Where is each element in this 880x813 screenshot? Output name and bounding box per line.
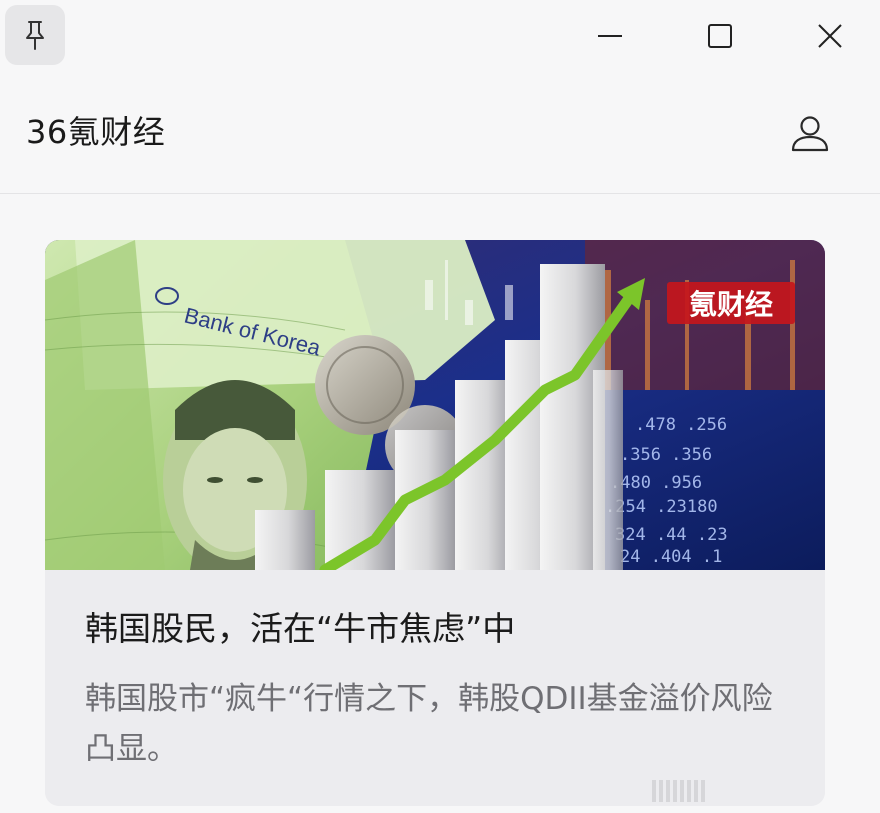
- card-body: 韩国股民，活在“牛市焦虑”中 韩国股市“疯牛“行情之下，韩股QDII基金溢价风险…: [45, 570, 825, 806]
- app-window: 36氪财经 .478 .256 .356 .356 .480 .956 .254…: [0, 0, 880, 813]
- news-summary: 韩国股市“疯牛“行情之下，韩股QDII基金溢价风险凸显。: [85, 681, 773, 767]
- svg-text:.478 .256: .478 .256: [635, 415, 727, 435]
- image-badge: 氪财经: [689, 288, 773, 321]
- news-image: .478 .256 .356 .356 .480 .956 .254 .2318…: [45, 240, 825, 570]
- user-icon: [791, 116, 829, 152]
- maximize-button[interactable]: [690, 6, 750, 66]
- pin-icon: [26, 21, 44, 50]
- minimize-icon: [598, 35, 622, 37]
- close-button[interactable]: [800, 6, 860, 66]
- title-bar: [0, 0, 880, 72]
- pin-button[interactable]: [5, 5, 65, 65]
- svg-text:24 .404 .1: 24 .404 .1: [620, 547, 722, 567]
- app-header: 36氪财经: [0, 72, 880, 194]
- news-headline[interactable]: 韩国股民，活在“牛市焦虑”中: [85, 606, 785, 652]
- account-button[interactable]: [780, 108, 840, 160]
- minimize-button[interactable]: [580, 6, 640, 66]
- app-title: 36氪财经: [26, 113, 166, 151]
- watermark: [652, 778, 872, 804]
- svg-text:.356 .356: .356 .356: [620, 445, 712, 465]
- maximize-icon: [708, 24, 732, 48]
- close-icon: [818, 24, 842, 48]
- svg-text:.480 .956: .480 .956: [610, 473, 702, 493]
- svg-text:324 .44 .23: 324 .44 .23: [615, 525, 728, 545]
- news-card[interactable]: .478 .256 .356 .356 .480 .956 .254 .2318…: [45, 240, 825, 806]
